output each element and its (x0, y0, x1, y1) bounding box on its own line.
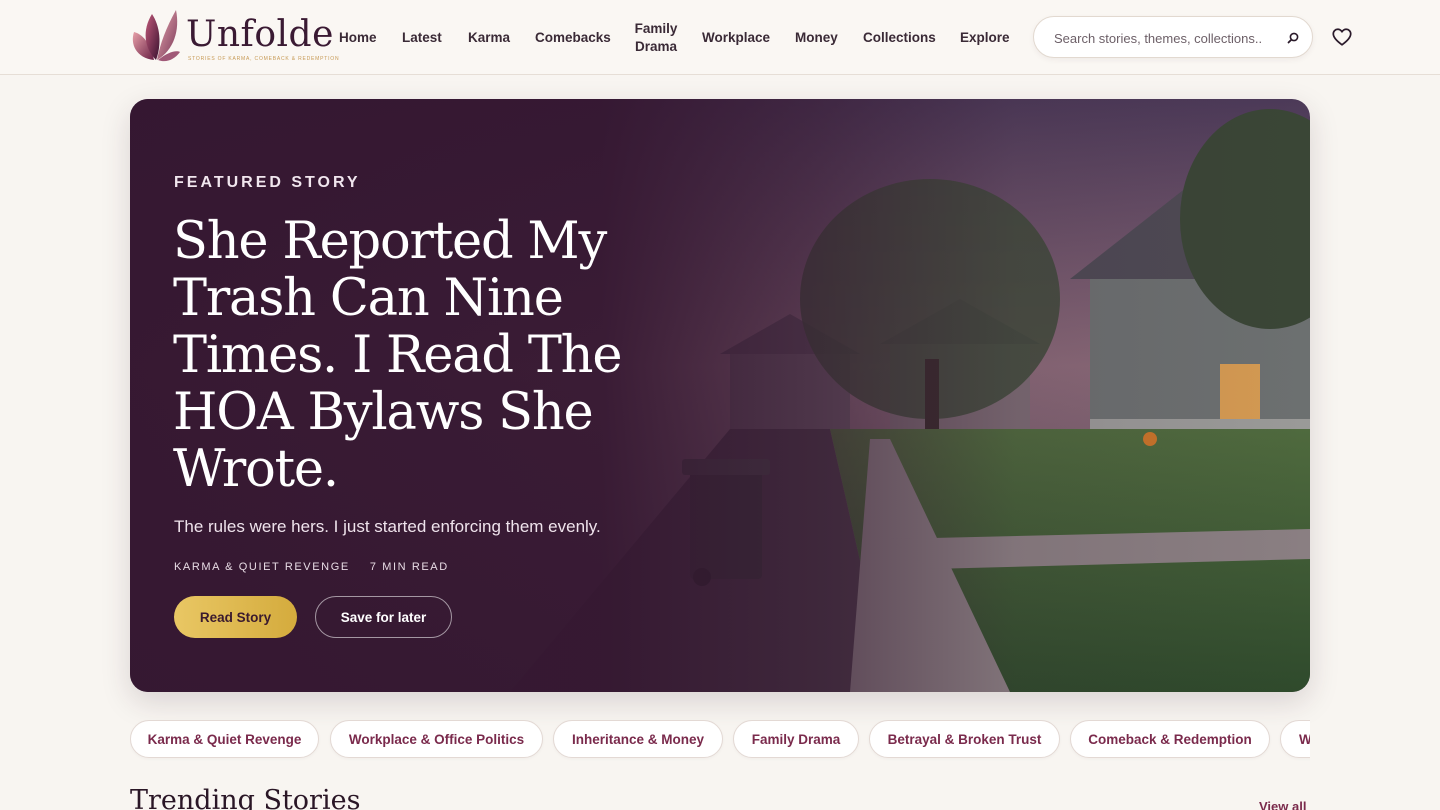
search-bar (1033, 16, 1313, 58)
nav-workplace[interactable]: Workplace (702, 0, 770, 75)
nav-explore[interactable]: Explore (960, 0, 1010, 75)
nav-collections[interactable]: Collections (863, 0, 936, 75)
featured-label: FEATURED STORY (174, 174, 361, 191)
view-all-link[interactable]: View all (1259, 799, 1306, 810)
logo-wordmark: Unfolde (186, 14, 334, 55)
featured-hero: FEATURED STORY She Reported My Trash Can… (130, 99, 1310, 692)
save-for-later-button[interactable]: Save for later (315, 596, 452, 638)
site-header: Unfolde STORIES OF KARMA, COMEBACK & RED… (0, 0, 1440, 75)
chip-workplace-office-politics[interactable]: Workplace & Office Politics (330, 720, 543, 758)
nav-money[interactable]: Money (795, 0, 838, 75)
search-input[interactable] (1054, 28, 1279, 48)
logo-tagline: STORIES OF KARMA, COMEBACK & REDEMPTION (188, 56, 340, 62)
story-read-time: 7 MIN READ (369, 561, 449, 573)
hero-title[interactable]: She Reported My Trash Can Nine Times. I … (173, 213, 643, 498)
chip-betrayal-broken-trust[interactable]: Betrayal & Broken Trust (869, 720, 1060, 758)
story-meta: KARMA & QUIET REVENGE 7 MIN READ (174, 561, 449, 573)
nav-latest[interactable]: Latest (402, 0, 442, 75)
chip-partial[interactable]: W (1280, 720, 1310, 758)
story-category: KARMA & QUIET REVENGE (174, 561, 350, 573)
nav-home[interactable]: Home (339, 0, 377, 75)
nav-karma[interactable]: Karma (468, 0, 510, 75)
heart-icon[interactable] (1331, 26, 1353, 48)
chip-karma-quiet-revenge[interactable]: Karma & Quiet Revenge (130, 720, 319, 758)
hero-subtitle: The rules were hers. I just started enfo… (174, 517, 601, 536)
trending-title: Trending Stories (130, 785, 361, 810)
read-story-button[interactable]: Read Story (174, 596, 297, 638)
logo[interactable]: Unfolde STORIES OF KARMA, COMEBACK & RED… (130, 8, 339, 66)
nav-family-drama[interactable]: Family Drama (632, 0, 680, 75)
butterfly-logo-icon (132, 10, 180, 62)
chip-inheritance-money[interactable]: Inheritance & Money (553, 720, 723, 758)
category-chips: Karma & Quiet Revenge Workplace & Office… (130, 720, 1310, 772)
chip-comeback-redemption[interactable]: Comeback & Redemption (1070, 720, 1270, 758)
chip-family-drama[interactable]: Family Drama (733, 720, 859, 758)
nav-comebacks[interactable]: Comebacks (535, 0, 611, 75)
search-icon[interactable] (1285, 30, 1301, 46)
